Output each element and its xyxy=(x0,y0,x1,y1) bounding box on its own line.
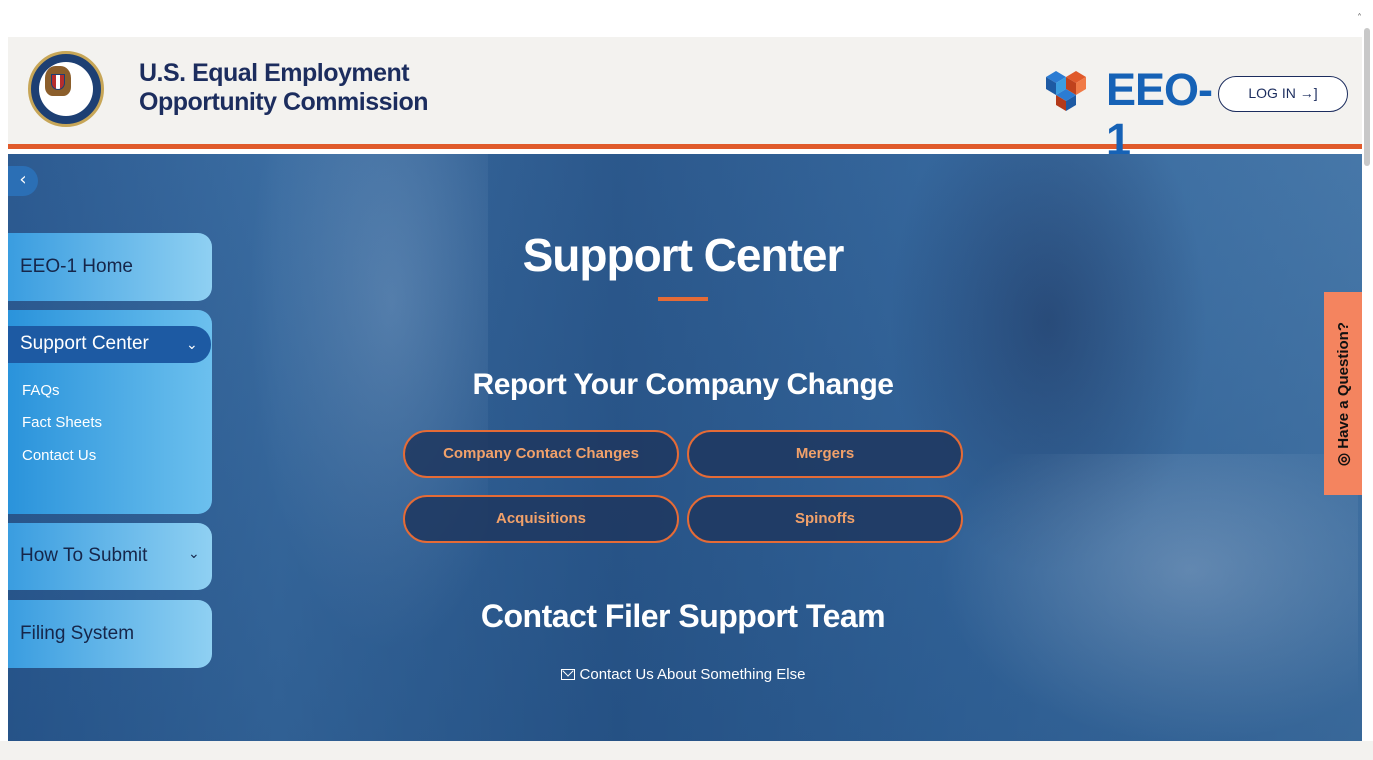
sidebar-item-eeo1-home[interactable]: EEO-1 Home xyxy=(8,233,212,301)
chevron-down-icon: ⌄ xyxy=(188,546,200,562)
question-icon: ◎ xyxy=(1335,448,1352,466)
have-a-question-tab[interactable]: ◎ Have a Question? xyxy=(1324,292,1362,495)
browser-top-strip: ˄ xyxy=(0,0,1373,166)
page-title: Support Center xyxy=(522,229,845,281)
sidebar-item-support-center-header[interactable]: Support Center ⌄ xyxy=(8,326,211,363)
contact-link-label: Contact Us About Something Else xyxy=(579,666,806,683)
login-label: LOG IN xyxy=(1248,85,1296,101)
sidebar-subitem-fact-sheets[interactable]: Fact Sheets xyxy=(22,414,102,431)
login-arrow-icon: →] xyxy=(1299,85,1318,101)
acquisitions-button[interactable]: Acquisitions xyxy=(403,495,679,543)
sidebar-item-label: Filing System xyxy=(20,623,135,644)
contact-us-link[interactable]: Contact Us About Something Else xyxy=(430,666,936,683)
company-contact-changes-button[interactable]: Company Contact Changes xyxy=(403,430,679,478)
section-title-contact-support: Contact Filer Support Team xyxy=(480,598,886,634)
sidebar-item-filing-system[interactable]: Filing System xyxy=(8,600,212,668)
agency-name-line1: U.S. Equal Employment xyxy=(139,59,410,87)
question-tab-text: Have a Question? xyxy=(1335,321,1352,449)
sidebar-item-label: EEO-1 Home xyxy=(20,256,133,277)
section-title-report-change: Report Your Company Change xyxy=(472,368,894,401)
agency-name[interactable]: U.S. Equal Employment Opportunity Commis… xyxy=(139,59,459,117)
site-header: U.S. Equal Employment Opportunity Commis… xyxy=(8,37,1362,165)
login-button[interactable]: LOG IN →] xyxy=(1218,76,1348,112)
envelope-icon xyxy=(560,669,575,680)
cube-logo-icon xyxy=(1046,71,1086,111)
chevron-left-icon: ‹ xyxy=(19,169,27,190)
scroll-up-icon[interactable]: ˄ xyxy=(1357,14,1367,24)
question-tab-label: ◎ Have a Question? xyxy=(1334,322,1352,466)
mergers-button[interactable]: Mergers xyxy=(687,430,963,478)
sidebar-collapse-button[interactable]: ‹ xyxy=(8,166,38,196)
brand-title: EEO-1 xyxy=(1106,64,1213,165)
spinoffs-button[interactable]: Spinoffs xyxy=(687,495,963,543)
title-divider xyxy=(658,297,708,301)
scrollbar[interactable] xyxy=(1364,28,1370,166)
sidebar-subitem-contact-us[interactable]: Contact Us xyxy=(22,447,96,464)
agency-name-line2: Opportunity Commission xyxy=(139,88,429,116)
sidebar-item-how-to-submit[interactable]: How To Submit ⌄ xyxy=(8,523,212,590)
sidebar-item-label: Support Center xyxy=(20,333,149,354)
chevron-down-icon: ⌄ xyxy=(186,337,198,353)
sidebar-item-support-center: Support Center ⌄ FAQs Fact Sheets Contac… xyxy=(8,310,212,514)
shield-icon xyxy=(51,74,65,90)
sidebar-item-label: How To Submit xyxy=(20,545,148,566)
sidebar-subitem-faqs[interactable]: FAQs xyxy=(22,382,60,399)
eeoc-seal-logo[interactable] xyxy=(28,51,104,127)
page-footer-strip xyxy=(0,741,1373,760)
